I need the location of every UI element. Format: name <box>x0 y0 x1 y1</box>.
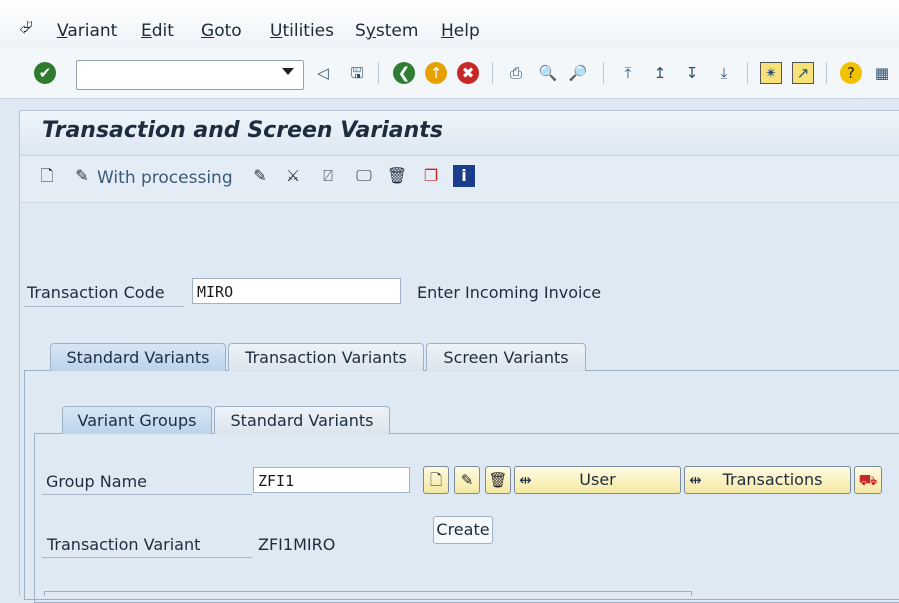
menu-goto[interactable]: Goto <box>201 21 242 41</box>
group-name-field[interactable]: ZFI1 <box>253 467 410 493</box>
assign-icon[interactable]: ⍁ <box>317 165 339 187</box>
tab-transaction-variants[interactable]: Transaction Variants <box>228 343 424 371</box>
menu-icon[interactable]: ⮰ <box>19 18 33 38</box>
user-button[interactable]: ⇹ User <box>514 466 681 494</box>
layout-menu-icon[interactable]: ▦ <box>871 62 893 84</box>
next-page-icon[interactable]: ↧ <box>681 62 703 84</box>
transaction-variant-value: ZFI1MIRO <box>258 535 336 554</box>
previous-page-icon[interactable]: ↥ <box>649 62 671 84</box>
document-icon: 🗋 <box>429 471 443 489</box>
tab-standard-variants[interactable]: Standard Variants <box>50 343 226 371</box>
delete-group-button[interactable]: 🗑 <box>485 466 511 494</box>
print-icon[interactable]: ⎙ <box>505 62 527 84</box>
transactions-button[interactable]: ⇹ Transactions <box>684 466 851 494</box>
save-icon[interactable]: 🖫 <box>346 62 368 84</box>
create-button[interactable]: Create <box>433 516 493 544</box>
back-arrow-icon[interactable]: ◁ <box>312 62 334 84</box>
info-icon[interactable]: i <box>453 165 475 187</box>
command-dropdown-icon[interactable] <box>282 68 294 75</box>
tab-screen-variants[interactable]: Screen Variants <box>426 343 586 371</box>
tab-variant-groups[interactable]: Variant Groups <box>62 406 212 434</box>
menu-bar: ⮰ Variant Edit Goto Utilities System Hel… <box>0 0 899 48</box>
transport-button[interactable]: ⛟ <box>854 466 882 494</box>
tcode-description: Enter Incoming Invoice <box>417 283 602 302</box>
create-icon[interactable]: 🗋 <box>36 165 58 187</box>
menu-system[interactable]: System <box>355 21 418 41</box>
copy-icon[interactable]: ❐ <box>420 165 442 187</box>
find-next-icon[interactable]: 🔎 <box>567 62 589 84</box>
back-icon[interactable]: ❮ <box>393 62 415 84</box>
pencil-icon: ✎ <box>460 471 474 489</box>
find-icon[interactable]: 🔍 <box>537 62 559 84</box>
transaction-variant-label: Transaction Variant <box>47 535 201 554</box>
change-group-button[interactable]: ✎ <box>454 466 480 494</box>
help-icon[interactable]: ? <box>840 62 862 84</box>
create-group-button[interactable]: 🗋 <box>423 466 449 494</box>
tcode-field[interactable]: MIRO <box>192 278 401 304</box>
enter-check-icon[interactable]: ✔ <box>34 62 56 84</box>
last-page-icon[interactable]: ⤓ <box>713 62 735 84</box>
delete-icon[interactable]: 🗑 <box>386 165 408 187</box>
with-processing-button[interactable]: With processing <box>97 168 233 188</box>
menu-help[interactable]: Help <box>441 21 480 41</box>
first-page-icon[interactable]: ⤒ <box>617 62 639 84</box>
command-field[interactable] <box>76 60 304 90</box>
glasses-icon[interactable]: ⚔ <box>282 165 304 187</box>
tab-inner-standard-variants[interactable]: Standard Variants <box>214 406 390 434</box>
trash-icon: 🗑 <box>488 471 508 489</box>
tcode-label: Transaction Code <box>27 283 165 302</box>
exit-icon[interactable]: ↑ <box>425 62 447 84</box>
pencil-icon[interactable]: ✎ <box>71 165 93 187</box>
cancel-icon[interactable]: ✖ <box>457 62 479 84</box>
menu-variant[interactable]: Variant <box>57 21 117 41</box>
page-title: Transaction and Screen Variants <box>42 118 443 143</box>
group-name-label: Group Name <box>46 472 147 491</box>
menu-edit[interactable]: Edit <box>141 21 174 41</box>
truck-icon: ⛟ <box>858 471 878 489</box>
shortcut-icon[interactable]: ↗ <box>792 62 814 84</box>
change-icon[interactable]: ✎ <box>249 165 271 187</box>
lower-frame <box>44 591 692 596</box>
menu-utilities[interactable]: Utilities <box>270 21 334 41</box>
new-session-icon[interactable]: ✴ <box>760 62 782 84</box>
screen-icon[interactable]: 🖵 <box>353 165 375 187</box>
